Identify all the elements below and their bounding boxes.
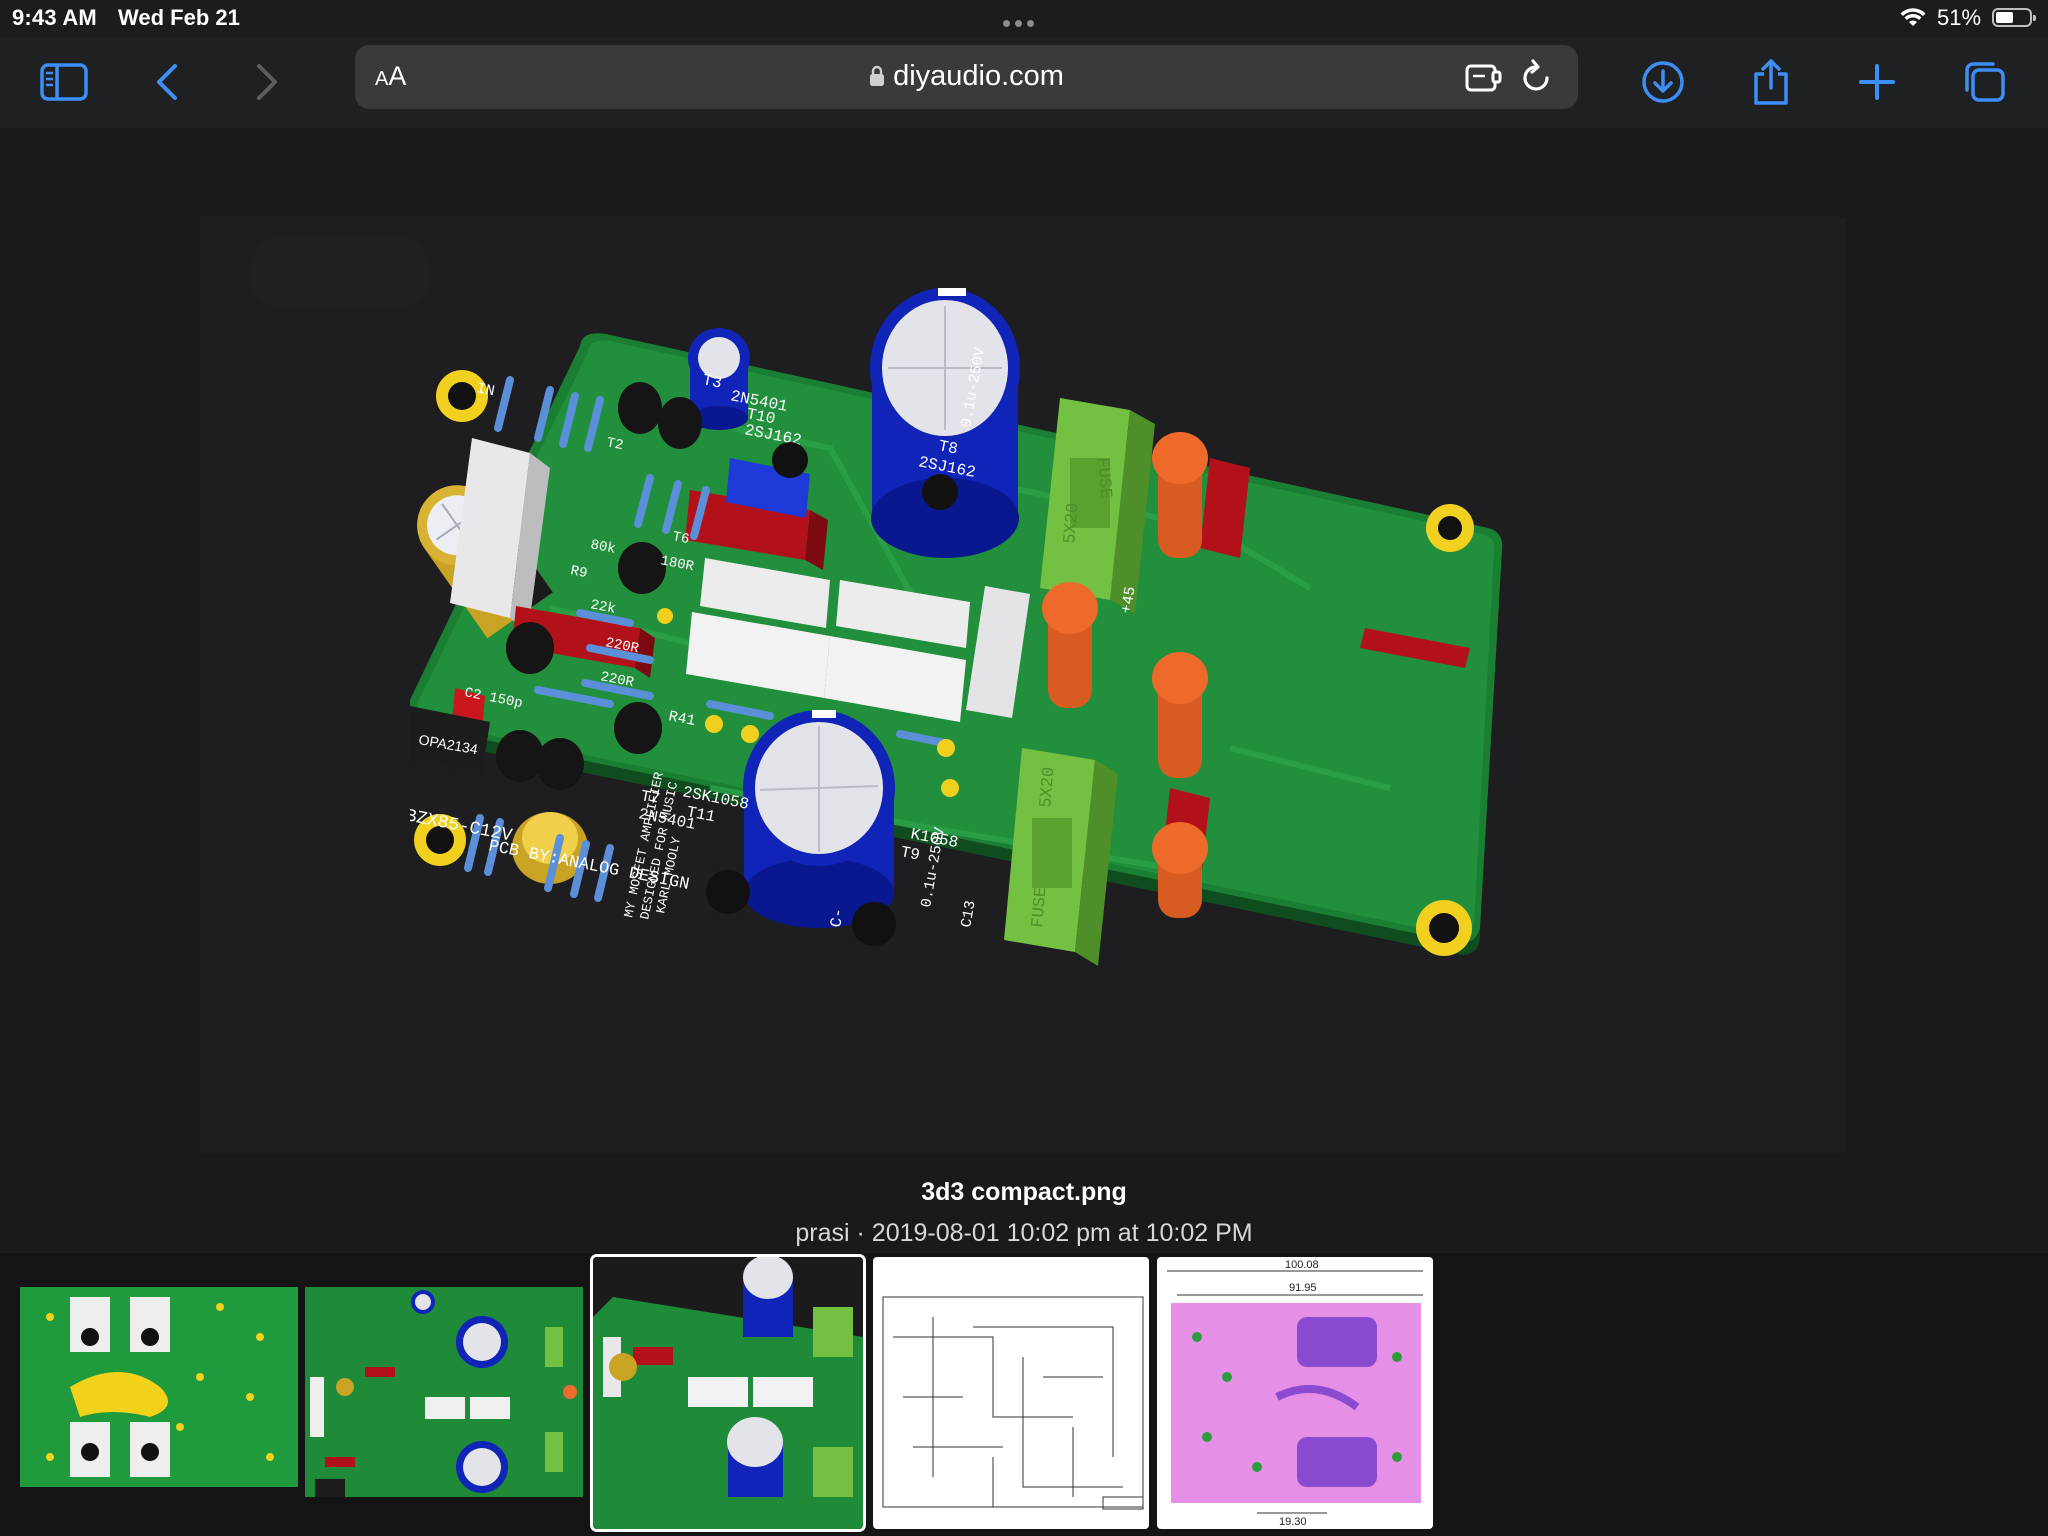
fuse-bottom-size: 5X20 — [1037, 766, 1059, 808]
capacitor-large-top — [870, 288, 1020, 558]
status-time: 9:43 AM — [12, 5, 97, 30]
r9-label: R9 — [569, 563, 589, 582]
dim-top-1: 100.08 — [1285, 1259, 1319, 1271]
sidebar-icon[interactable] — [38, 56, 90, 108]
t8-label: T8 — [937, 437, 959, 458]
dim-top-2: 91.95 — [1289, 1282, 1317, 1294]
fuse-bottom — [1004, 748, 1118, 966]
image-filename: 3d3 compact.png — [921, 1178, 1127, 1206]
share-icon[interactable] — [1745, 56, 1797, 108]
dim-bottom: 19.30 — [1279, 1516, 1307, 1528]
image-meta: prasi · 2019-08-01 10:02 pm at 10:02 PM — [795, 1219, 1253, 1247]
image-caption: 3d3 compact.png prasi · 2019-08-01 10:02… — [0, 1178, 2048, 1248]
t6-label: T6 — [671, 529, 691, 548]
fuse-top-label: FUSE — [1092, 457, 1114, 499]
url-text[interactable]: diyaudio.com — [893, 60, 1064, 92]
battery-icon — [1992, 8, 2036, 27]
wifi-icon — [1900, 8, 1926, 26]
status-date: Wed Feb 21 — [118, 5, 240, 30]
new-tab-icon[interactable] — [1851, 56, 1903, 108]
tabs-icon[interactable] — [1959, 56, 2011, 108]
site-logo — [250, 238, 430, 308]
status-bar: 9:43 AM Wed Feb 21 51% — [0, 0, 2048, 38]
thumbnail-pcb-topview[interactable] — [305, 1257, 583, 1529]
c13-label: C13 — [958, 899, 979, 929]
thumbnail-pcb-layout[interactable]: 100.08 91.95 19.30 — [1157, 1257, 1433, 1529]
thumbnail-pcb-bottom[interactable] — [20, 1257, 298, 1529]
multitasking-dots-icon[interactable] — [1003, 14, 1045, 27]
t2-label: T2 — [605, 435, 625, 454]
address-bar[interactable]: AA diyaudio.com — [355, 45, 1578, 109]
image-viewer[interactable]: OPA2134 BZX85-C12V PCB BY:ANALOG DESIGN … — [0, 128, 2048, 1253]
reload-icon[interactable] — [1519, 58, 1555, 96]
battery-percent: 51% — [1937, 5, 1982, 30]
download-icon[interactable] — [1637, 56, 1689, 108]
t3-label: T3 — [701, 371, 723, 392]
thumbnail-strip: 100.08 91.95 19.30 — [0, 1253, 2048, 1536]
fuse-top-size: 5X20 — [1061, 502, 1083, 544]
thumbnail-pcb-compact-selected[interactable] — [593, 1257, 863, 1529]
extension-icon[interactable] — [1463, 58, 1503, 96]
t9-label: T9 — [899, 843, 921, 864]
forward-icon[interactable] — [240, 56, 292, 108]
pcb-illustration: OPA2134 BZX85-C12V PCB BY:ANALOG DESIGN … — [410, 288, 1503, 966]
lock-icon — [870, 65, 885, 86]
capacitor-large-bottom — [743, 710, 895, 928]
thumbnail-schematic[interactable] — [873, 1257, 1149, 1529]
fuse-bottom-label: FUSE — [1029, 886, 1051, 928]
fuse-top — [1040, 398, 1155, 614]
minus-c-label: C- — [827, 907, 848, 929]
in-label: IN — [475, 380, 496, 400]
browser-toolbar: AA diyaudio.com — [0, 38, 2048, 128]
back-icon[interactable] — [142, 56, 194, 108]
